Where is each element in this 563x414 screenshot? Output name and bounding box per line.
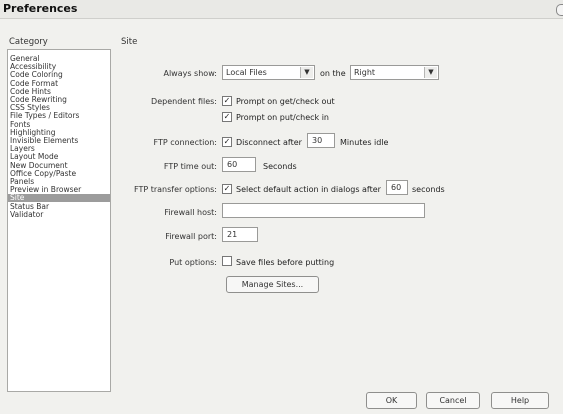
put-options-label: Put options:	[169, 258, 217, 267]
chevron-down-icon: ▼	[300, 67, 313, 78]
ftp-time-out-input[interactable]: 60	[222, 157, 256, 172]
always-show-label: Always show:	[163, 69, 217, 78]
ok-button[interactable]: OK	[366, 392, 417, 409]
ftp-connection-label: FTP connection:	[153, 138, 218, 147]
time-out-value: 60	[227, 160, 238, 169]
transfer-seconds-value: 60	[391, 183, 402, 192]
transfer-seconds-label: seconds	[412, 185, 445, 194]
category-header: Category	[9, 37, 48, 47]
disconnect-minutes-input[interactable]: 30	[307, 133, 335, 148]
help-button[interactable]: Help	[491, 392, 549, 409]
side-value: Right	[354, 68, 376, 77]
check-mark-icon: ✓	[223, 96, 231, 105]
seconds-label: Seconds	[263, 162, 297, 171]
disconnect-checkbox[interactable]: ✓	[222, 137, 232, 147]
firewall-port-input[interactable]: 21	[222, 227, 258, 242]
manage-sites-button[interactable]: Manage Sites...	[226, 276, 319, 293]
save-before-put-checkbox[interactable]	[222, 256, 232, 266]
window-title: Preferences	[3, 2, 78, 15]
minutes-value: 30	[312, 136, 323, 145]
on-the-label: on the	[320, 69, 346, 78]
select-default-label: Select default action in dialogs after	[236, 185, 381, 194]
cancel-button[interactable]: Cancel	[426, 392, 480, 409]
always-show-value: Local Files	[226, 68, 267, 77]
prompt-put-checkbox[interactable]: ✓	[222, 112, 232, 122]
prompt-put-label: Prompt on put/check in	[236, 113, 329, 122]
select-default-checkbox[interactable]: ✓	[222, 184, 232, 194]
check-mark-icon: ✓	[223, 184, 231, 193]
title-bar	[0, 0, 563, 19]
close-icon[interactable]	[556, 4, 563, 16]
transfer-seconds-input[interactable]: 60	[386, 180, 408, 195]
firewall-port-value: 21	[227, 230, 238, 239]
firewall-port-label: Firewall port:	[165, 232, 217, 241]
check-mark-icon: ✓	[223, 137, 231, 146]
prompt-get-label: Prompt on get/check out	[236, 97, 335, 106]
minutes-idle-label: Minutes idle	[340, 138, 389, 147]
firewall-host-input[interactable]	[222, 203, 425, 218]
prompt-get-checkbox[interactable]: ✓	[222, 96, 232, 106]
ftp-transfer-label: FTP transfer options:	[133, 185, 217, 194]
side-select[interactable]: Right ▼	[350, 65, 439, 80]
disconnect-label: Disconnect after	[236, 138, 302, 147]
dependent-files-label: Dependent files:	[151, 97, 217, 106]
chevron-down-icon: ▼	[424, 67, 437, 78]
panel-header: Site	[121, 37, 138, 47]
always-show-select[interactable]: Local Files ▼	[222, 65, 315, 80]
firewall-host-label: Firewall host:	[164, 208, 217, 217]
ftp-time-out-label: FTP time out:	[163, 162, 217, 171]
save-before-put-label: Save files before putting	[236, 258, 335, 267]
check-mark-icon: ✓	[223, 112, 231, 121]
